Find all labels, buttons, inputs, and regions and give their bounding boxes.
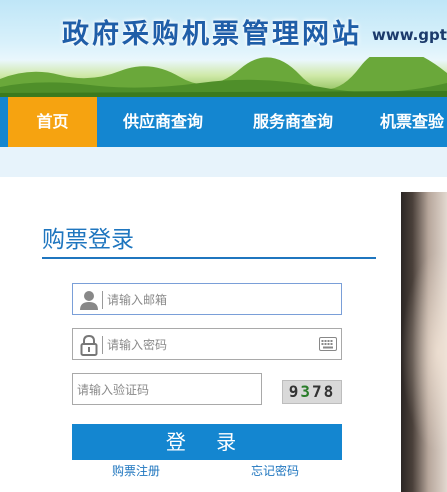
field-separator	[102, 336, 103, 354]
email-field	[72, 283, 342, 315]
user-icon	[80, 291, 98, 310]
captcha-image[interactable]: 9378	[282, 380, 342, 404]
nav-item-home[interactable]: 首页	[8, 97, 97, 147]
nav-item-supplier-query[interactable]: 供应商查询	[108, 97, 218, 147]
site-url: www.gptic	[372, 26, 447, 44]
captcha-field	[72, 373, 262, 405]
site-banner: 政府采购机票管理网站 www.gptic	[0, 0, 447, 97]
nav-item-ticket-verify[interactable]: 机票查验	[366, 97, 447, 147]
captcha-digit: 8	[323, 382, 336, 401]
forgot-password-link[interactable]: 忘记密码	[251, 462, 299, 479]
password-field	[72, 328, 342, 360]
site-title: 政府采购机票管理网站	[62, 19, 362, 50]
login-title: 购票登录	[42, 227, 134, 253]
sub-bar	[0, 147, 447, 177]
email-input[interactable]	[107, 290, 335, 310]
captcha-digit: 3	[300, 382, 312, 401]
field-separator	[102, 291, 103, 309]
main-nav: 首页 供应商查询 服务商查询 机票查验	[0, 97, 447, 147]
login-button[interactable]: 登 录	[72, 424, 342, 460]
register-link[interactable]: 购票注册	[112, 462, 160, 479]
keyboard-icon[interactable]	[319, 337, 337, 351]
password-input[interactable]	[107, 335, 307, 355]
captcha-digit: 7	[312, 382, 324, 401]
captcha-digit: 9	[288, 382, 301, 401]
nav-item-service-provider-query[interactable]: 服务商查询	[238, 97, 348, 147]
lock-icon	[80, 334, 98, 356]
login-title-divider	[42, 257, 376, 259]
photo-highlight	[401, 252, 447, 452]
landscape-hills	[0, 57, 447, 97]
promo-photo	[401, 192, 447, 492]
captcha-input[interactable]	[77, 380, 257, 400]
